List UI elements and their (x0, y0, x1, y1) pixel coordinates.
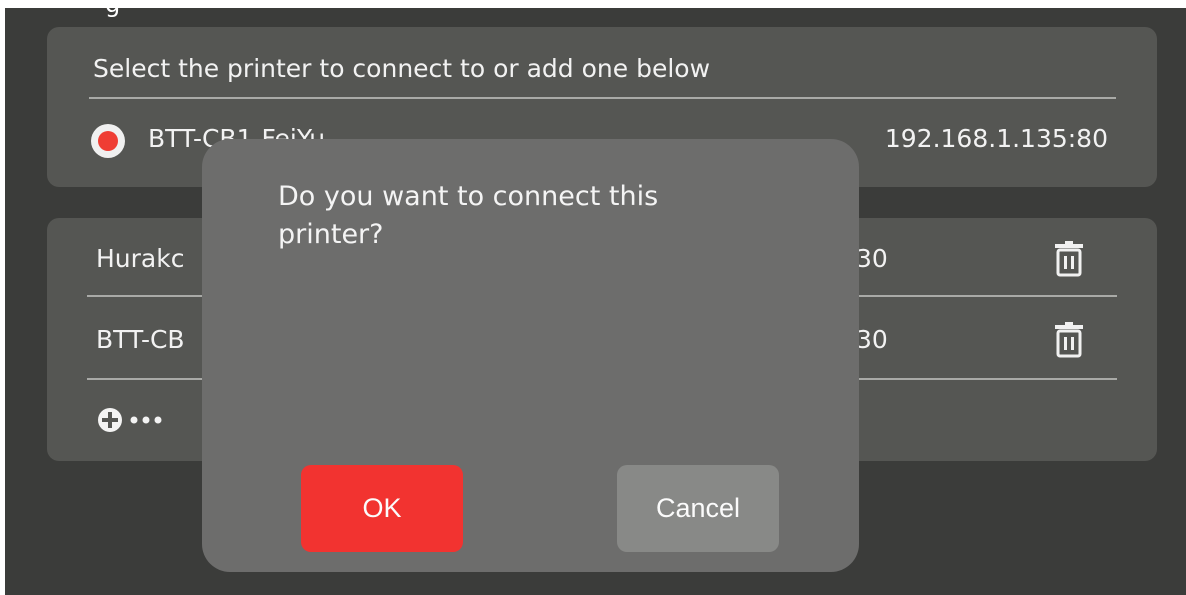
partially-visible-header-text: g (105, 8, 120, 18)
radio-selected-icon[interactable] (91, 124, 125, 158)
dialog-message: Do you want to connect this printer? (278, 181, 659, 250)
saved-printer-name-1[interactable]: Hurakc (96, 244, 184, 273)
printer-selection-prompt: Select the printer to connect to or add … (93, 54, 711, 83)
saved-printer-address-2: 30 (856, 325, 888, 354)
selected-panel-divider (89, 97, 1116, 99)
selected-printer-address: 192.168.1.135:80 (884, 124, 1108, 153)
saved-printer-name-2[interactable]: BTT-CB (96, 325, 185, 354)
saved-printer-address-1: 30 (856, 244, 888, 273)
cancel-button[interactable]: Cancel (617, 465, 779, 552)
trash-icon[interactable] (1054, 238, 1084, 278)
printer-selection-screen: g Select the printer to connect to or ad… (5, 8, 1186, 595)
connect-confirmation-dialog: Do you want to connect this printer? OK … (202, 139, 859, 572)
trash-icon[interactable] (1054, 319, 1084, 359)
ok-button[interactable]: OK (301, 465, 463, 552)
add-more-icon[interactable] (96, 405, 176, 435)
